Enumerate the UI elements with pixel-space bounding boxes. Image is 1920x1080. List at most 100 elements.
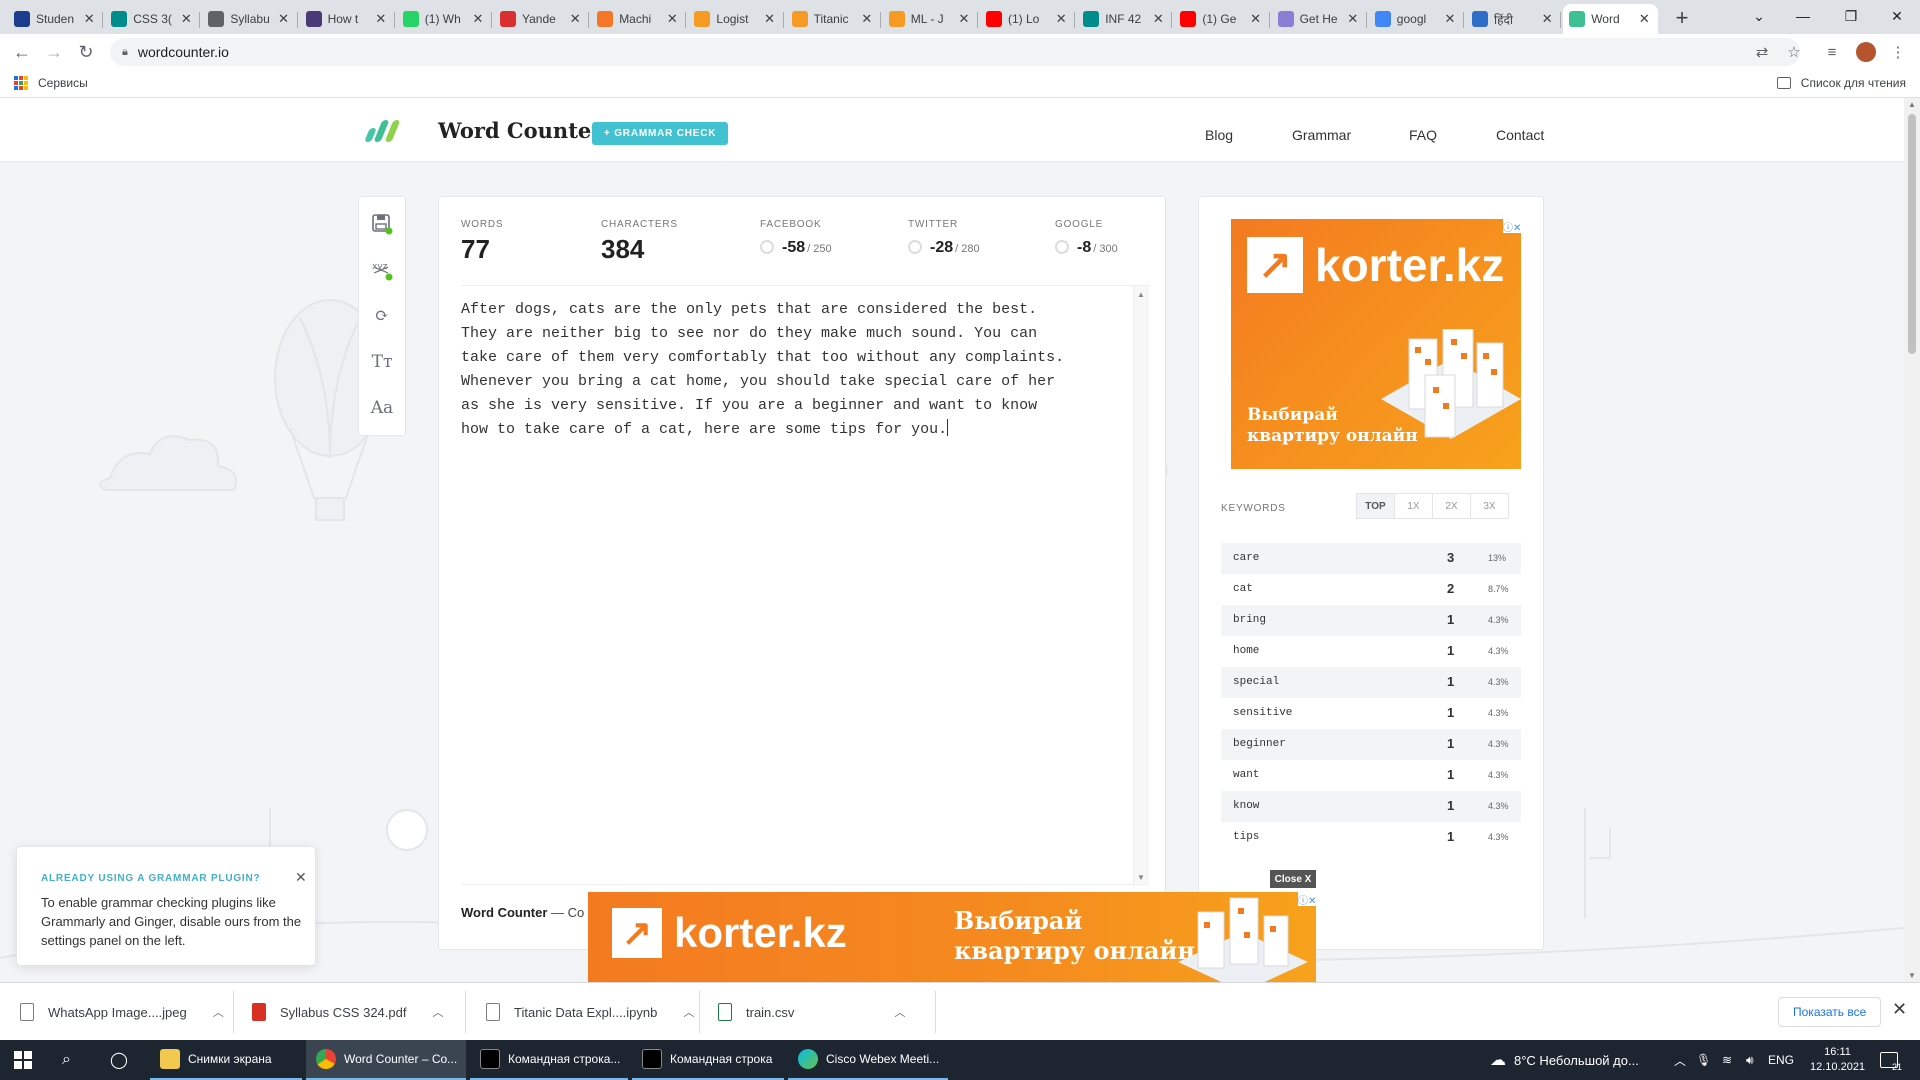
close-tab-icon[interactable]: ✕: [1150, 11, 1166, 27]
browser-tab[interactable]: Get He ✕: [1272, 4, 1367, 34]
close-tab-icon[interactable]: ✕: [1539, 11, 1555, 27]
close-tab-icon[interactable]: ✕: [762, 11, 778, 27]
close-tab-icon[interactable]: ✕: [1053, 11, 1069, 27]
close-tab-icon[interactable]: ✕: [276, 11, 292, 27]
text-size-icon[interactable]: Tт: [367, 347, 397, 377]
download-item-syllabus[interactable]: Syllabus CSS 324.pdf ︿: [252, 983, 466, 1041]
download-item-whatsapp-image[interactable]: WhatsApp Image....jpeg ︿: [20, 983, 234, 1041]
close-ad-button[interactable]: Close X: [1270, 870, 1316, 888]
chevron-up-icon[interactable]: ︿: [683, 1004, 694, 1020]
close-tab-icon[interactable]: ✕: [567, 11, 583, 27]
download-item-titanic-notebook[interactable]: Titanic Data Expl....ipynb ︿: [486, 983, 700, 1041]
close-tab-icon[interactable]: ✕: [470, 11, 486, 27]
bottom-banner-advertisement[interactable]: ⓘ✕ ↗ korter.kz Выбирай квартиру онлайн: [588, 892, 1316, 982]
save-icon[interactable]: [367, 209, 397, 239]
browser-tab[interactable]: (1) Ge ✕: [1174, 4, 1270, 34]
editor-scrollbar[interactable]: ▲ ▼: [1133, 286, 1149, 886]
ad-choices-icon[interactable]: ⓘ✕: [1503, 219, 1521, 234]
chevron-up-icon[interactable]: ︿: [213, 1004, 224, 1020]
editor-text[interactable]: After dogs, cats are the only pets that …: [461, 298, 1121, 442]
chevron-up-icon[interactable]: ︿: [894, 1004, 905, 1020]
browser-tab[interactable]: हिंदी ✕: [1466, 4, 1562, 34]
media-controls-icon[interactable]: ≡: [1822, 42, 1842, 62]
keyword-tab-top[interactable]: TOP: [1356, 493, 1395, 519]
browser-tab[interactable]: googl ✕: [1369, 4, 1464, 34]
page-scroll-up-icon[interactable]: ▲: [1908, 100, 1916, 109]
back-arrow-icon[interactable]: ←: [10, 40, 34, 64]
chevron-up-icon[interactable]: ︿: [432, 1004, 443, 1020]
weather-widget[interactable]: ☁ 8°C Небольшой до...: [1490, 1040, 1639, 1080]
page-scroll-thumb[interactable]: [1908, 114, 1916, 354]
reading-list-button[interactable]: Список для чтения: [1776, 76, 1906, 90]
close-tab-icon[interactable]: ✕: [373, 11, 389, 27]
show-all-downloads-button[interactable]: Показать все: [1778, 997, 1882, 1027]
notice-close-icon[interactable]: ✕: [295, 869, 307, 886]
font-icon[interactable]: Aa: [367, 393, 397, 423]
task-view-icon[interactable]: ◯: [110, 1040, 128, 1080]
close-tab-icon[interactable]: ✕: [664, 11, 680, 27]
language-indicator[interactable]: ENG: [1768, 1040, 1794, 1080]
close-tab-icon[interactable]: ✕: [81, 11, 97, 27]
taskbar-app-chrome[interactable]: Word Counter – Co...: [306, 1040, 466, 1080]
browser-tab[interactable]: Titanic ✕: [786, 4, 881, 34]
microphone-icon[interactable]: 🎙︎: [1696, 1040, 1711, 1080]
taskbar-app-webex[interactable]: Cisco Webex Meeti...: [788, 1040, 948, 1080]
scroll-down-icon[interactable]: ▼: [1137, 873, 1145, 882]
clock[interactable]: 16:11 12.10.2021: [1810, 1040, 1865, 1080]
browser-tab[interactable]: Yande ✕: [494, 4, 590, 34]
windows-start-icon[interactable]: [14, 1040, 34, 1080]
keyword-tab-2x[interactable]: 2X: [1432, 493, 1471, 519]
close-tab-icon[interactable]: ✕: [956, 11, 972, 27]
taskbar-app-cmd-1[interactable]: Командная строка...: [470, 1040, 628, 1080]
taskbar-app-screenshots[interactable]: Снимки экрана: [150, 1040, 302, 1080]
volume-icon[interactable]: 🔊︎: [1746, 1040, 1754, 1080]
tab-search-icon[interactable]: ⌄: [1736, 0, 1782, 32]
spellcheck-icon[interactable]: xyz: [367, 255, 397, 285]
browser-tab[interactable]: Logist ✕: [688, 4, 784, 34]
browser-tab[interactable]: INF 42 ✕: [1077, 4, 1173, 34]
close-downloads-icon[interactable]: ✕: [1892, 999, 1907, 1020]
close-tab-icon[interactable]: ✕: [178, 11, 194, 27]
wordcounter-logo-icon[interactable]: [364, 120, 401, 142]
keyword-tab-3x[interactable]: 3X: [1470, 493, 1509, 519]
restore-button[interactable]: ❐: [1828, 0, 1874, 32]
page-scrollbar[interactable]: ▲ ▼: [1904, 98, 1920, 982]
browser-tab[interactable]: How t ✕: [300, 4, 395, 34]
close-tab-icon[interactable]: ✕: [859, 11, 875, 27]
reload-icon[interactable]: ↻: [74, 40, 98, 64]
close-tab-icon[interactable]: ✕: [1345, 11, 1361, 27]
address-bar[interactable]: 🔒︎ wordcounter.io: [110, 38, 1800, 66]
sidebar-advertisement[interactable]: ⓘ✕ ↗ korter.kz Выбирай квартиру онлайн: [1231, 219, 1521, 469]
browser-tab[interactable]: (1) Lo ✕: [980, 4, 1076, 34]
scroll-up-icon[interactable]: ▲: [1137, 290, 1145, 299]
browser-tab[interactable]: Syllabu ✕: [202, 4, 298, 34]
grammar-check-button[interactable]: + GRAMMAR CHECK: [592, 122, 729, 145]
close-window-button[interactable]: ✕: [1874, 0, 1920, 32]
nav-contact[interactable]: Contact: [1496, 127, 1544, 143]
text-editor[interactable]: After dogs, cats are the only pets that …: [461, 285, 1149, 886]
browser-tab[interactable]: ML - J ✕: [883, 4, 978, 34]
wifi-icon[interactable]: ≋: [1722, 1040, 1732, 1080]
browser-tab[interactable]: Studen ✕: [8, 4, 104, 34]
nav-grammar[interactable]: Grammar: [1292, 127, 1351, 143]
tray-chevron-icon[interactable]: ︿: [1674, 1040, 1686, 1080]
site-title[interactable]: Word Counter: [438, 118, 602, 143]
nav-blog[interactable]: Blog: [1205, 127, 1233, 143]
apps-shortcut[interactable]: Сервисы: [14, 76, 88, 90]
search-icon[interactable]: ⌕: [62, 1040, 71, 1080]
close-tab-icon[interactable]: ✕: [1442, 11, 1458, 27]
nav-faq[interactable]: FAQ: [1409, 127, 1437, 143]
menu-kebab-icon[interactable]: ⋮: [1888, 42, 1908, 62]
bookmark-star-icon[interactable]: ☆: [1784, 42, 1804, 62]
close-tab-icon[interactable]: ✕: [1248, 11, 1264, 27]
translate-icon[interactable]: ⇄: [1752, 42, 1772, 62]
page-scroll-down-icon[interactable]: ▼: [1908, 971, 1916, 980]
browser-tab[interactable]: Machi ✕: [591, 4, 687, 34]
minimize-button[interactable]: —: [1780, 0, 1826, 32]
browser-tab[interactable]: (1) Wh ✕: [397, 4, 492, 34]
download-item-train-csv[interactable]: train.csv ︿: [718, 983, 936, 1041]
profile-avatar[interactable]: [1856, 42, 1876, 62]
browser-tab[interactable]: CSS 3(✕: [105, 4, 201, 34]
browser-tab[interactable]: Word ✕: [1563, 4, 1659, 34]
taskbar-app-cmd-2[interactable]: Командная строка: [632, 1040, 784, 1080]
